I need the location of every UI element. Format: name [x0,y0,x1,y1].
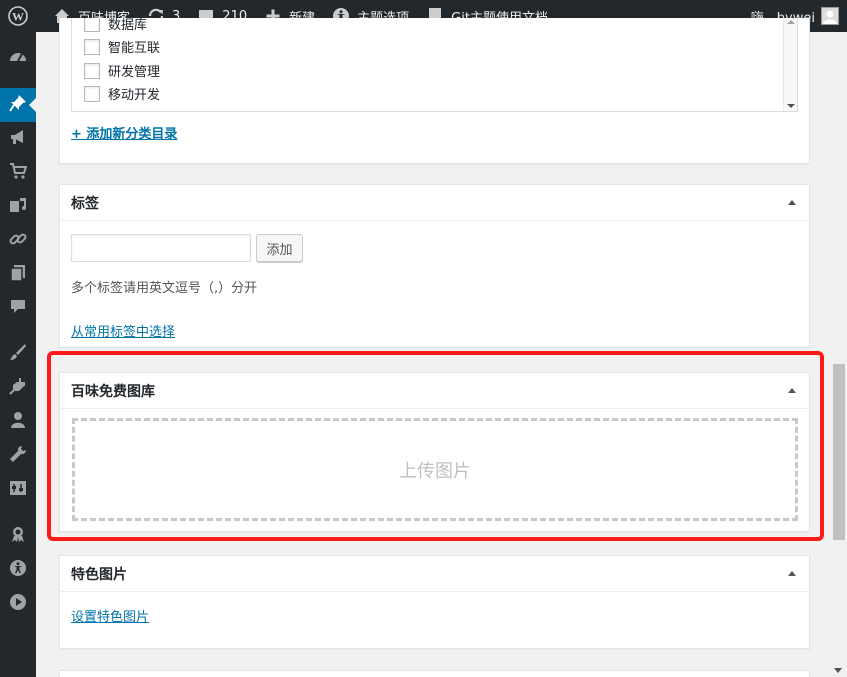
scroll-down-arrow-icon[interactable] [834,668,842,673]
svg-text:W: W [12,10,24,24]
menu-shop[interactable] [0,156,36,190]
category-label: 智能互联 [108,41,161,56]
comment-icon [9,298,27,320]
category-label: 数据库 [108,18,148,33]
category-list-scrollbar[interactable] [783,18,797,111]
scroll-down-arrow-icon[interactable] [787,104,795,108]
menu-users[interactable] [0,405,36,439]
dashboard-icon [9,48,27,70]
wordpress-icon: W [8,6,28,26]
pin-icon [9,94,27,116]
user-icon [9,411,27,433]
category-label: 移动开发 [108,88,161,103]
scroll-up-arrow-icon[interactable] [787,20,795,24]
menu-pages[interactable] [0,258,36,292]
avatar [821,7,839,25]
menu-theme-options[interactable] [0,553,36,587]
brush-icon [9,343,27,365]
menu-appearance[interactable] [0,337,36,371]
wrench-icon [9,445,27,467]
menu-collapse[interactable] [0,587,36,621]
link-icon [9,230,27,252]
menu-settings[interactable] [0,473,36,507]
category-checkbox[interactable] [84,62,100,79]
featured-image-box: 特色图片 设置特色图片 [59,555,810,649]
menu-media[interactable] [0,190,36,224]
category-checkbox[interactable] [84,18,100,32]
page-scrollbar[interactable] [830,32,847,677]
media-icon [9,196,27,218]
menu-dashboard[interactable] [0,42,36,76]
settings-sliders-icon [9,479,27,501]
tags-hint: 多个标签请用英文逗号（,）分开 [71,281,258,296]
plugin-icon [9,377,27,399]
add-new-category-link[interactable]: + 添加新分类目录 [71,123,177,142]
menu-links[interactable] [0,224,36,258]
categories-box: 数据库 智能互联 研发管理 移动开发 + 添加新分类目录 [59,18,810,164]
pages-icon [9,264,27,286]
category-checkbox[interactable] [84,85,100,102]
menu-comments[interactable] [0,292,36,326]
megaphone-icon [9,128,27,150]
collapse-arrow-icon[interactable] [788,571,796,576]
tags-box-title[interactable]: 标签 [60,185,809,221]
category-item[interactable]: 智能互联 [84,37,160,56]
featured-box-title[interactable]: 特色图片 [60,556,809,592]
category-checklist[interactable]: 数据库 智能互联 研发管理 移动开发 [71,18,798,112]
next-box [59,670,810,677]
play-circle-icon [9,593,27,615]
category-label: 研发管理 [108,65,161,80]
category-item[interactable]: 移动开发 [84,84,160,103]
set-featured-image-link[interactable]: 设置特色图片 [71,606,149,625]
menu-award[interactable] [0,519,36,553]
accessibility-icon [9,559,27,581]
menu-plugins[interactable] [0,371,36,405]
category-checkbox[interactable] [84,38,100,55]
collapse-arrow-icon[interactable] [788,200,796,205]
menu-posts[interactable] [0,88,36,122]
award-icon [9,525,27,547]
add-tag-button[interactable]: 添加 [256,234,303,262]
choose-common-tags-link[interactable]: 从常用标签中选择 [71,321,175,340]
wordpress-logo-button[interactable]: W [0,0,44,32]
category-item[interactable]: 研发管理 [84,61,160,80]
cart-icon [9,162,28,184]
scrollbar-thumb[interactable] [833,364,845,540]
admin-side-menu [0,32,36,677]
tags-box: 标签 添加 多个标签请用英文逗号（,）分开 从常用标签中选择 [59,184,810,348]
category-item[interactable]: 数据库 [84,18,147,33]
tag-input[interactable] [71,234,251,262]
menu-tools[interactable] [0,439,36,473]
menu-promo[interactable] [0,122,36,156]
highlight-frame [47,351,824,541]
